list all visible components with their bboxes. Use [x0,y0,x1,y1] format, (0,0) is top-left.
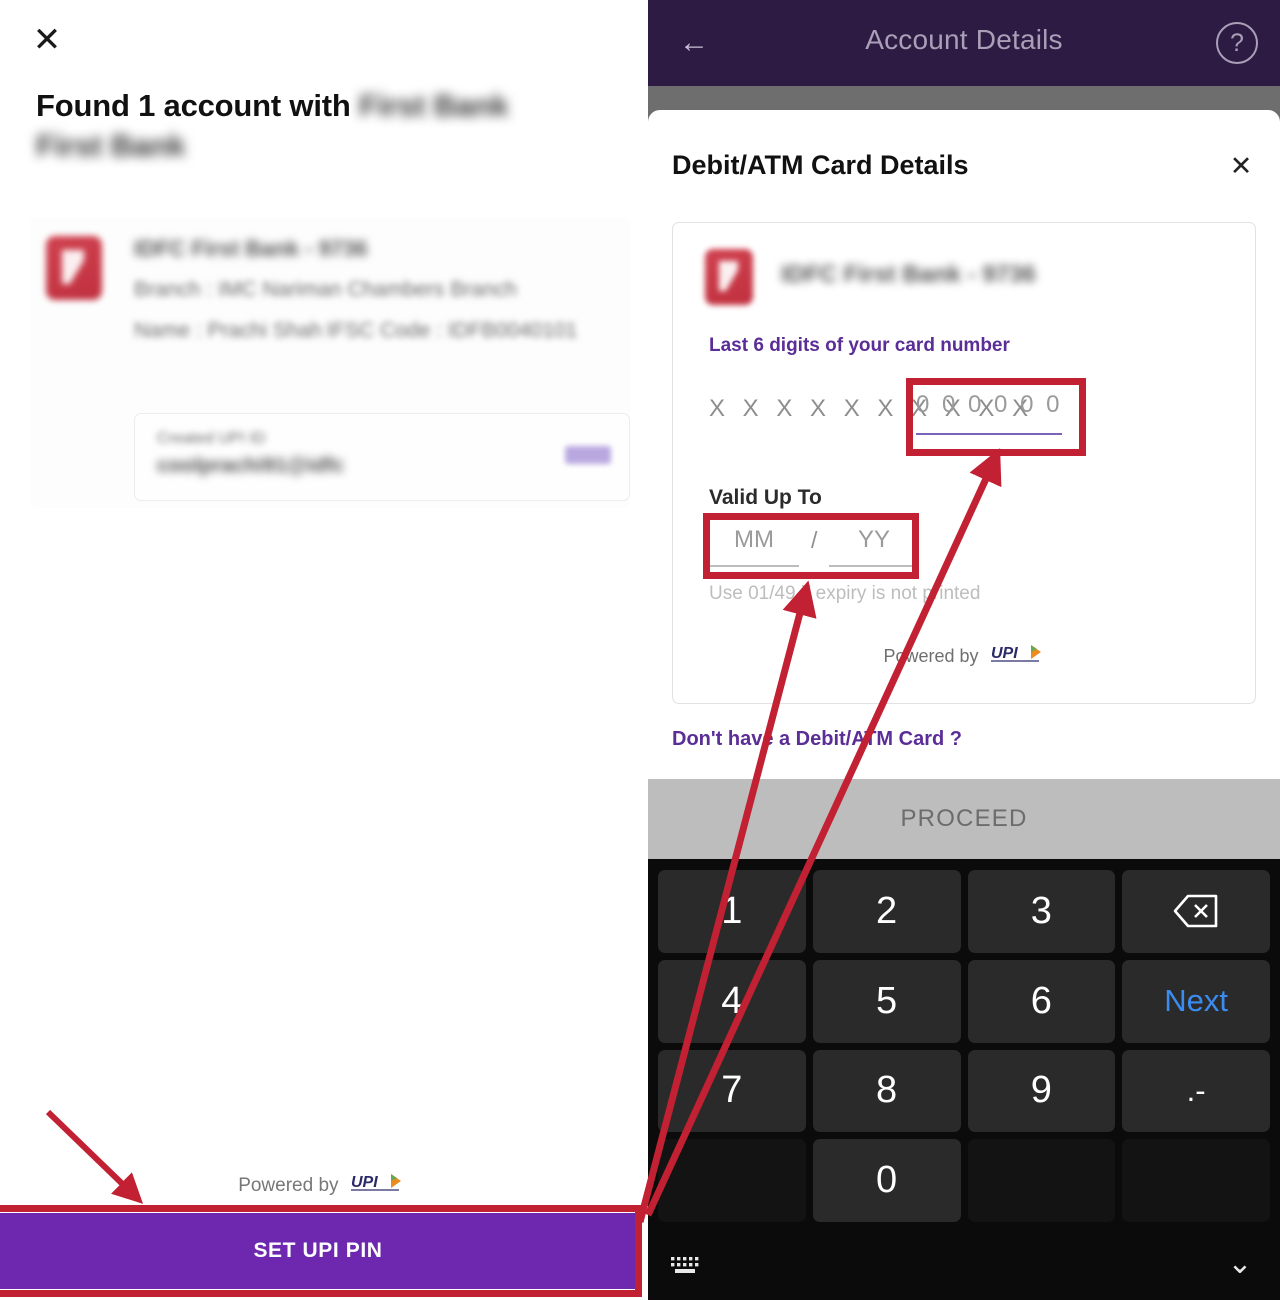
expiry-month-input[interactable]: MM [709,523,799,577]
expiry-year-underline [829,565,919,567]
keypad-key-3[interactable]: 3 [967,870,1116,953]
account-branch: Branch : IMC Nariman Chambers Branch [134,278,517,301]
bank-name-redacted-2: First Bank [36,127,186,163]
expiry-hint: Use 01/49 if expiry is not printed [709,583,981,604]
app-bar-title: Account Details [865,24,1063,55]
keypad-key-8[interactable]: 8 [812,1049,961,1133]
powered-by-upi: Powered by UPI [0,1172,645,1200]
created-upi-id-card[interactable]: Created UPI ID coolprachi91@idfc [134,413,630,501]
keypad-key-9[interactable]: 9 [967,1049,1116,1133]
chevron-down-icon[interactable]: ⌄ [1222,1247,1258,1283]
expiry-year-input[interactable]: YY [829,523,919,577]
card-number-label: Last 6 digits of your card number [709,335,1010,356]
proceed-button[interactable]: PROCEED [648,779,1280,859]
keypad-key-7[interactable]: 7 [658,1049,806,1133]
valid-up-to-label: Valid Up To [709,486,822,509]
keyboard-switch-icon[interactable] [670,1255,704,1277]
backspace-icon[interactable] [1122,870,1270,953]
card-number-underline [916,433,1062,435]
keypad-blank-12 [658,1139,806,1222]
right-screen-account-details: ← Account Details ? Debit/ATM Card Detai… [648,0,1280,1300]
keypad-grid: 1 2 3 4 5 6 Next 7 8 9 .- 0 [658,870,1270,1222]
powered-by-label: Powered by [238,1175,339,1196]
keypad-key-1[interactable]: 1 [658,870,806,953]
found-account-text: Found 1 account with [36,88,351,123]
created-upi-id-label: Created UPI ID [157,430,266,447]
bank-logo-icon [705,249,753,305]
svg-text:UPI: UPI [351,1174,378,1191]
upi-logo-icon: UPI [990,643,1047,670]
screenshot-root: ✕ Found 1 account with First Bank First … [0,0,1280,1300]
account-holder-name: Name : Prachi Shah [134,319,322,342]
created-upi-id-value: coolprachi91@idfc [157,454,345,477]
account-ifsc-code: IFSC Code : IDFB0040101 [326,319,578,342]
expiry-year-placeholder: YY [857,526,890,553]
powered-by-label: Powered by [883,646,979,666]
debit-card-bottom-sheet: Debit/ATM Card Details ✕ IDFC First Bank… [648,110,1280,779]
keypad-key-6[interactable]: 6 [967,959,1116,1043]
expiry-row: MM / YY [709,523,919,579]
app-bar: ← Account Details ? [648,0,1280,86]
no-debit-card-link[interactable]: Don't have a Debit/ATM Card ? [672,728,962,751]
card-details-box: IDFC First Bank - 9736 Last 6 digits of … [672,222,1256,704]
account-card[interactable]: IDFC First Bank - 9736 Branch : IMC Nari… [30,218,630,508]
powered-by-upi: Powered by UPI [673,643,1257,670]
account-bank-name: IDFC First Bank - 9736 [134,236,368,261]
card-number-placeholder: 0 0 0 0 0 0 [916,391,1063,418]
expiry-month-placeholder: MM [734,526,774,553]
card-box-bank-name: IDFC First Bank - 9736 [781,261,1036,288]
keypad-bottom-bar: ⌄ [648,1233,1280,1300]
account-details-lines: IDFC First Bank - 9736 Branch : IMC Nari… [134,228,624,351]
set-upi-pin-label: SET UPI PIN [253,1239,383,1262]
close-icon[interactable]: ✕ [28,22,66,60]
numeric-keypad: 1 2 3 4 5 6 Next 7 8 9 .- 0 ⌄ [648,859,1280,1300]
edit-badge[interactable] [565,446,611,464]
keypad-blank-14 [967,1139,1116,1222]
help-circle-icon[interactable]: ? [1216,22,1258,64]
set-upi-pin-button[interactable]: SET UPI PIN [0,1213,636,1289]
close-icon[interactable]: ✕ [1226,152,1256,182]
expiry-month-underline [709,565,799,567]
svg-text:UPI: UPI [991,645,1018,662]
sheet-title: Debit/ATM Card Details [672,150,969,180]
keypad-key-0[interactable]: 0 [812,1139,961,1222]
keypad-key-2[interactable]: 2 [812,870,961,953]
card-number-input[interactable]: 0 0 0 0 0 0 [916,391,1071,435]
keypad-symbol-key[interactable]: .- [1122,1049,1270,1133]
page-title: Found 1 account with First Bank First Ba… [36,86,626,165]
keypad-key-5[interactable]: 5 [812,959,961,1043]
keypad-next-key[interactable]: Next [1122,959,1270,1043]
upi-logo-icon: UPI [350,1172,407,1200]
proceed-label: PROCEED [900,805,1028,832]
bank-name-redacted: First Bank [359,88,509,123]
keypad-blank-15 [1122,1139,1270,1222]
left-screen-found-account: ✕ Found 1 account with First Bank First … [0,0,645,1300]
expiry-separator: / [811,527,818,553]
keypad-key-4[interactable]: 4 [658,959,806,1043]
bank-logo-icon [46,236,102,300]
